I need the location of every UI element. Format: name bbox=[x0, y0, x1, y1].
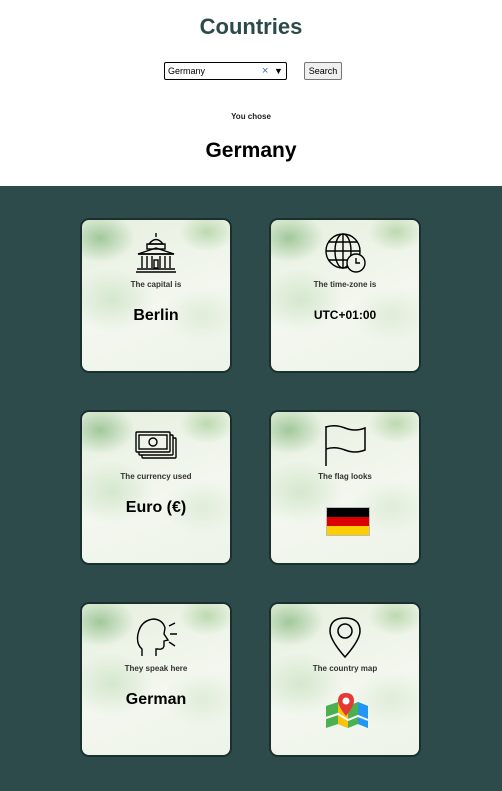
country-search-combobox[interactable]: × ▼ bbox=[164, 62, 287, 80]
you-chose-label: You chose bbox=[231, 112, 271, 121]
map-card: The country map bbox=[269, 602, 421, 757]
currency-value: Euro (€) bbox=[125, 499, 187, 516]
search-button[interactable]: Search bbox=[304, 62, 342, 80]
header-section: Countries × ▼ Search You chose Germany bbox=[0, 0, 502, 186]
timezone-card: The time-zone is UTC+01:00 bbox=[269, 218, 421, 373]
timezone-value: UTC+01:00 bbox=[313, 308, 377, 322]
flag-stripe-top bbox=[327, 508, 369, 517]
map-link-icon[interactable] bbox=[324, 690, 370, 730]
speaking-head-icon bbox=[136, 618, 177, 656]
language-card: They speak here German bbox=[80, 602, 232, 757]
currency-card: The currency used Euro (€) bbox=[80, 410, 232, 565]
country-info-panel: The capital is Berlin The time-zone is U… bbox=[0, 186, 502, 791]
chosen-country-name: Germany bbox=[205, 139, 297, 162]
map-label: The country map bbox=[312, 664, 378, 673]
clear-icon[interactable]: × bbox=[262, 64, 268, 78]
flag-stripe-middle bbox=[327, 517, 369, 526]
search-input[interactable] bbox=[168, 63, 258, 79]
language-value: German bbox=[125, 691, 187, 708]
page-title: Countries bbox=[199, 14, 303, 39]
flag-label: The flag looks bbox=[318, 472, 372, 481]
country-flag-image bbox=[326, 507, 370, 536]
currency-label: The currency used bbox=[120, 472, 192, 481]
timezone-label: The time-zone is bbox=[313, 280, 377, 289]
language-label: They speak here bbox=[124, 664, 188, 673]
globe-clock-icon bbox=[325, 233, 366, 273]
flag-icon bbox=[325, 424, 366, 466]
banknotes-icon bbox=[135, 431, 177, 459]
capital-label: The capital is bbox=[130, 280, 182, 289]
flag-stripe-bottom bbox=[327, 526, 369, 535]
capital-card: The capital is Berlin bbox=[80, 218, 232, 373]
location-pin-icon bbox=[329, 617, 361, 658]
chevron-down-icon[interactable]: ▼ bbox=[274, 64, 283, 78]
capitol-building-icon bbox=[136, 233, 176, 273]
flag-card: The flag looks bbox=[269, 410, 421, 565]
capital-value: Berlin bbox=[133, 307, 179, 324]
